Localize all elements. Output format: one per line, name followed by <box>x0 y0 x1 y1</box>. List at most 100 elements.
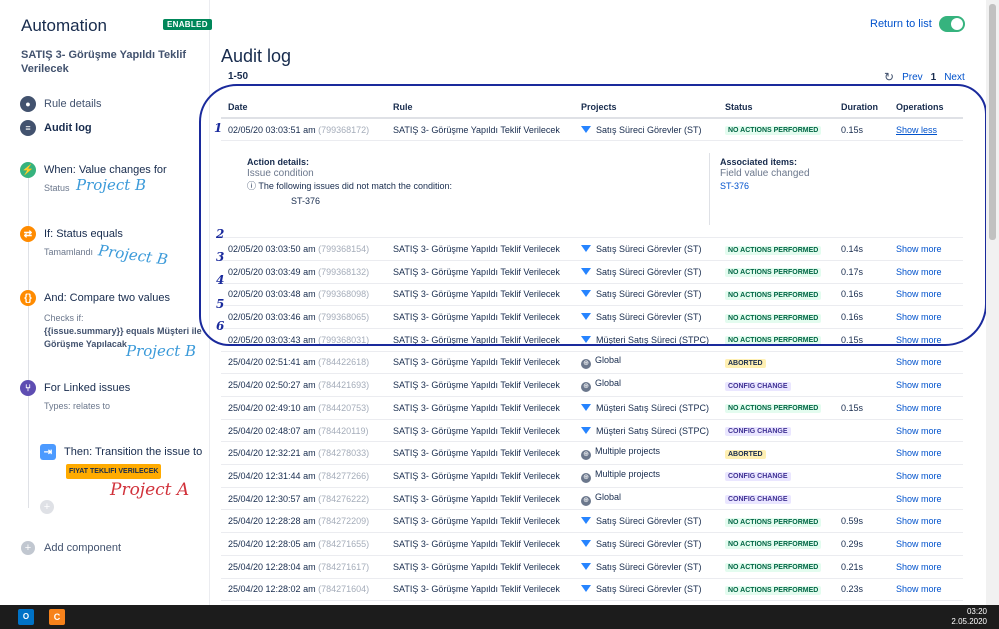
row-operation: Show more <box>889 578 963 602</box>
add-component-button[interactable]: + Add component <box>21 541 121 555</box>
table-row: 25/04/20 12:28:04 am (784271617) SATIŞ 3-… <box>221 555 963 579</box>
component-transition-title: Then: Transition the issue to <box>64 446 203 458</box>
scrollbar[interactable] <box>986 0 999 605</box>
action-details-panel: Action details: Issue condition ⓘ The foll… <box>228 141 963 237</box>
scrollbar-thumb[interactable] <box>989 4 996 240</box>
row-status: ABORTED <box>718 351 834 375</box>
show-more-link[interactable]: Show more <box>896 289 942 299</box>
row-duration: 0.16s <box>834 305 889 329</box>
row-project: ⊕ Multiple projects <box>574 441 718 466</box>
show-more-link[interactable]: Show more <box>896 244 942 254</box>
add-component-label: Add component <box>44 542 122 554</box>
row-operation: Show more <box>889 396 963 420</box>
show-more-link[interactable]: Show more <box>896 426 942 436</box>
status-badge: NO ACTIONS PERFORMED <box>725 268 822 278</box>
show-more-link[interactable]: Show more <box>896 403 942 413</box>
show-more-link[interactable]: Show more <box>896 380 942 390</box>
show-less-link[interactable]: Show less <box>896 125 937 135</box>
row-operation: Show more <box>889 305 963 329</box>
row-duration: 0.14s <box>834 237 889 261</box>
status-badge: CONFIG CHANGE <box>725 427 791 437</box>
component-linked-title: For Linked issues <box>44 382 131 394</box>
outlook-icon[interactable]: O <box>18 609 34 625</box>
app-icon[interactable]: C <box>49 609 65 625</box>
row-date-text: 25/04/20 12:28:02 am <box>228 584 316 595</box>
rule-name: SATIŞ 3- Görüşme Yapıldı Teklif Verilece… <box>21 49 187 75</box>
show-more-link[interactable]: Show more <box>896 562 942 572</box>
show-more-link[interactable]: Show more <box>896 494 942 504</box>
row-duration: 0.23s <box>834 578 889 602</box>
row-project-name: Satış Süreci Görevler (ST) <box>596 538 702 549</box>
row-project: Satış Süreci Görevler (ST) <box>574 555 718 579</box>
row-date: 25/04/20 12:32:21 am (784278033) <box>221 441 386 466</box>
row-id: (784271617) <box>318 561 370 572</box>
row-rule: SATIŞ 3- Görüşme Yapıldı Teklif Verilece… <box>386 118 574 142</box>
component-condition-status-title: If: Status equals <box>44 228 123 240</box>
row-status: NO ACTIONS PERFORMED <box>718 305 834 329</box>
col-rule: Rule <box>386 96 574 119</box>
show-more-link[interactable]: Show more <box>896 312 942 322</box>
nav-audit-log[interactable]: ≡ Audit log <box>20 120 92 136</box>
row-date-text: 25/04/20 02:51:41 am <box>228 357 316 368</box>
row-date: 25/04/20 12:28:04 am (784271617) <box>221 555 386 579</box>
row-duration <box>834 373 889 397</box>
field-value-changed: Field value changed <box>720 168 810 180</box>
show-more-link[interactable]: Show more <box>896 471 942 481</box>
row-project: Satış Süreci Görevler (ST) <box>574 283 718 307</box>
return-to-list-link[interactable]: Return to list <box>870 18 932 30</box>
row-project: Satış Süreci Görevler (ST) <box>574 237 718 261</box>
row-project-name: Global <box>595 355 622 366</box>
component-transition[interactable]: ⇥ Then: Transition the issue to FIYAT TE… <box>40 444 205 479</box>
row-id: (784421693) <box>318 380 370 391</box>
row-operation: Show more <box>889 555 963 579</box>
branch-icon: ⑂ <box>20 380 36 396</box>
table-row: 25/04/20 02:49:10 am (784420753) SATIŞ 3-… <box>221 396 963 420</box>
row-operation: Show more <box>889 260 963 284</box>
row-id: (784271655) <box>318 538 370 549</box>
row-status: NO ACTIONS PERFORMED <box>718 260 834 284</box>
globe-icon: ⊕ <box>581 472 591 483</box>
status-badge: NO ACTIONS PERFORMED <box>725 517 822 527</box>
component-linked-sub: Types: relates to <box>44 401 111 411</box>
associated-issue-link[interactable]: ST-376 <box>720 181 749 191</box>
row-project-name: Müşteri Satış Süreci (STPC) <box>596 425 710 436</box>
rule-enabled-toggle[interactable] <box>939 16 965 32</box>
show-more-link[interactable]: Show more <box>896 516 942 526</box>
table-row: 25/04/20 12:31:44 am (784277266) SATIŞ 3-… <box>221 464 963 488</box>
annotation-num-5: 5 <box>216 297 225 311</box>
annotation-project-b-3: Project B <box>126 342 197 360</box>
add-step-icon[interactable]: + <box>40 500 54 514</box>
show-more-link[interactable]: Show more <box>896 539 942 549</box>
enabled-badge: ENABLED <box>163 19 212 30</box>
row-rule: SATIŞ 3- Görüşme Yapıldı Teklif Verilece… <box>386 419 574 443</box>
table-row: 02/05/20 03:03:43 am (799368031) SATIŞ 3-… <box>221 328 963 352</box>
row-date: 02/05/20 03:03:43 am (799368031) <box>221 328 386 352</box>
prev-page-link[interactable]: Prev <box>902 72 923 83</box>
row-project: Satış Süreci Görevler (ST) <box>574 509 718 534</box>
shuffle-icon: ⇄ <box>20 226 36 242</box>
toggle-knob <box>951 18 963 30</box>
component-linked-issues[interactable]: ⑂ For Linked issues Types: relates to <box>20 380 205 413</box>
next-page-link[interactable]: Next <box>944 72 965 83</box>
row-date: 02/05/20 03:03:46 am (799368065) <box>221 305 386 329</box>
row-date: 25/04/20 12:30:57 am (784276222) <box>221 487 386 511</box>
nav-rule-details[interactable]: ● Rule details <box>20 96 101 112</box>
plus-icon: + <box>21 541 35 555</box>
show-more-link[interactable]: Show more <box>896 335 942 345</box>
show-more-link[interactable]: Show more <box>896 584 942 594</box>
info-circle-icon: ⓘ <box>247 181 257 192</box>
row-operation: Show less <box>889 118 963 142</box>
component-compare-sub1: Checks if: <box>44 313 84 323</box>
row-date: 25/04/20 12:31:44 am (784277266) <box>221 464 386 488</box>
row-date-text: 25/04/20 02:48:07 am <box>228 425 316 436</box>
row-project: Satış Süreci Görevler (ST) <box>574 578 718 602</box>
row-status: NO ACTIONS PERFORMED <box>718 509 834 534</box>
show-more-link[interactable]: Show more <box>896 448 942 458</box>
refresh-icon[interactable]: ↻ <box>884 70 894 84</box>
show-more-link[interactable]: Show more <box>896 357 942 367</box>
row-rule: SATIŞ 3- Görüşme Yapıldı Teklif Verilece… <box>386 555 574 579</box>
status-badge: NO ACTIONS PERFORMED <box>725 540 822 550</box>
show-more-link[interactable]: Show more <box>896 267 942 277</box>
row-project-name: Global <box>595 491 622 502</box>
row-id: (784272209) <box>318 516 370 527</box>
